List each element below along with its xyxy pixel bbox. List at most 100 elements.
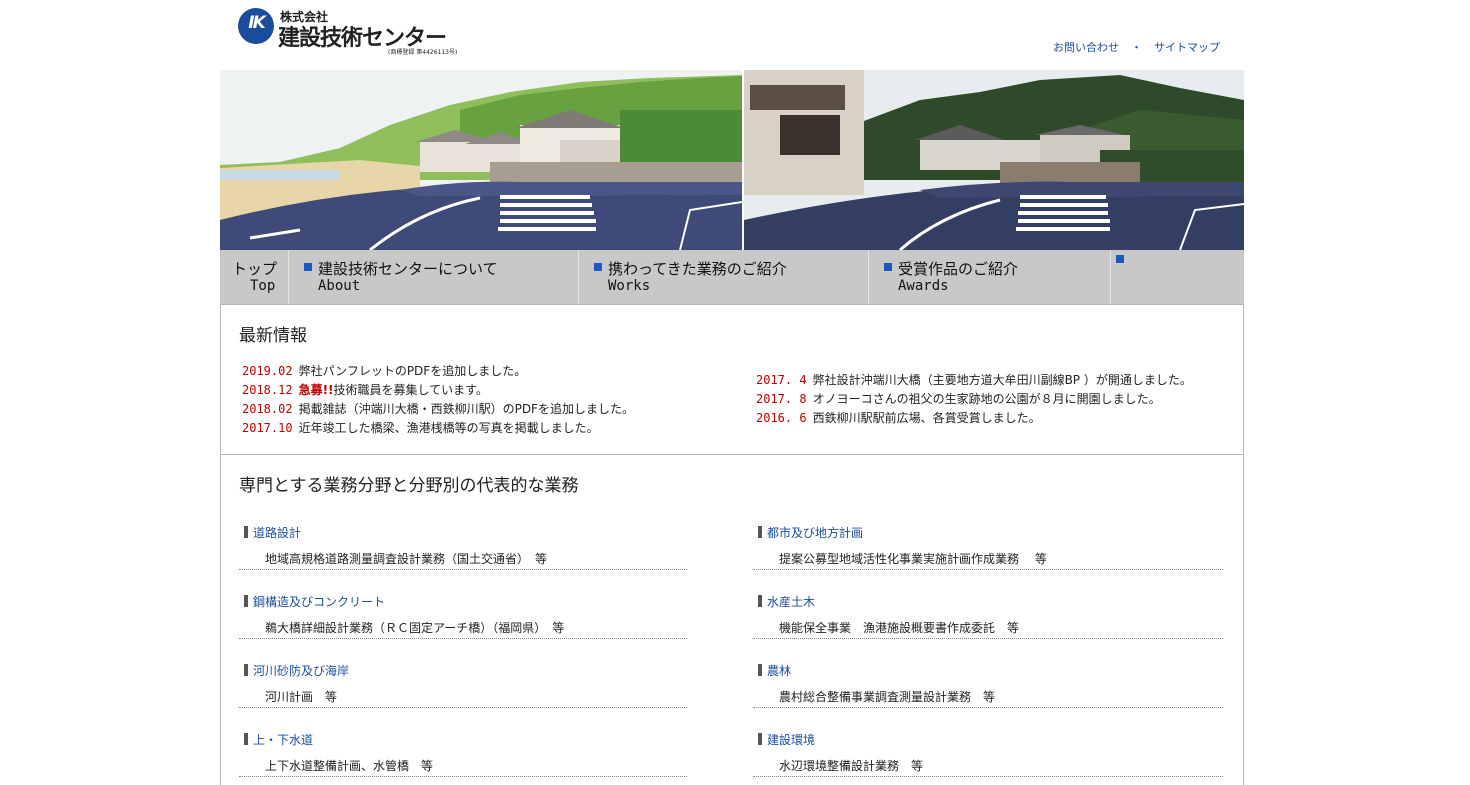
field-link[interactable]: 上・下水道 xyxy=(244,731,313,748)
nav-works-jp: 携わってきた業務のご紹介 xyxy=(608,260,787,278)
news-item: 2018.02 掲載雑誌（沖端川大橋・西鉄柳川駅）のPDFを追加しました。 xyxy=(242,400,634,419)
dotted-divider xyxy=(239,776,687,777)
dotted-divider xyxy=(753,638,1223,639)
field-name: 建設環境 xyxy=(767,733,816,747)
field-name: 河川砂防及び海岸 xyxy=(253,664,350,678)
bar-bullet-icon xyxy=(244,733,248,745)
nav-bullet-icon xyxy=(594,263,602,271)
nav-works-en: Works xyxy=(608,278,651,294)
header-links: お問い合わせ・サイトマップ xyxy=(1053,39,1220,55)
nav-awards[interactable]: 受賞作品のご紹介 Awards xyxy=(868,250,1111,304)
news-text: 技術職員を募集しています。 xyxy=(333,383,488,397)
news-item: 2016. 6 西鉄柳川駅駅前広場、各賞受賞しました。 xyxy=(756,409,1192,428)
news-text: 掲載雑誌（沖端川大橋・西鉄柳川駅）のPDFを追加しました。 xyxy=(298,402,634,416)
news-item: 2017. 4 弊社設計沖端川大橋（主要地方道大牟田川副線BP ）が開通しました。 xyxy=(756,371,1192,390)
hero-banner-image xyxy=(220,70,1244,250)
bar-bullet-icon xyxy=(758,526,762,538)
nav-bullet-icon xyxy=(304,263,312,271)
nav-about[interactable]: 建設技術センターについて About xyxy=(288,250,579,304)
page-wrapper: IK 株式会社 建設技術センター (商標登録 第4426113号) お問い合わせ… xyxy=(220,0,1244,785)
field-name: 都市及び地方計画 xyxy=(767,526,864,540)
news-date: 2017. 4 xyxy=(756,373,807,387)
nav-bullet-icon xyxy=(884,263,892,271)
dotted-divider xyxy=(753,776,1223,777)
news-text: 近年竣工した橋梁、漁港桟橋等の写真を掲載しました。 xyxy=(298,421,599,435)
dotted-divider xyxy=(239,569,687,570)
field-name: 水産土木 xyxy=(767,595,816,609)
hero-banner xyxy=(220,70,1244,250)
news-item: 2017. 8 オノヨーコさんの祖父の生家跡地の公園が８月に開園しました。 xyxy=(756,390,1192,409)
company-logo[interactable]: IK 株式会社 建設技術センター (商標登録 第4426113号) xyxy=(238,6,468,56)
field-link[interactable]: 鋼構造及びコンクリート xyxy=(244,593,385,610)
field-item: 道路設計 地域高規格道路測量調査設計業務（国土交通省） 等 xyxy=(239,524,687,572)
news-list-right: 2017. 4 弊社設計沖端川大橋（主要地方道大牟田川副線BP ）が開通しました。… xyxy=(756,371,1192,428)
field-item: 農林 農村総合整備事業調査測量設計業務 等 xyxy=(753,662,1223,710)
field-name: 道路設計 xyxy=(253,526,302,540)
news-date: 2016. 6 xyxy=(756,411,807,425)
field-work: 農村総合整備事業調査測量設計業務 等 xyxy=(779,690,996,704)
field-item: 水産土木 機能保全事業 漁港施設概要書作成委託 等 xyxy=(753,593,1223,641)
bar-bullet-icon xyxy=(244,526,248,538)
news-item: 2018.12 急募!!技術職員を募集しています。 xyxy=(242,381,634,400)
fields-panel: 専門とする業務分野と分野別の代表的な業務 道路設計 地域高規格道路測量調査設計業… xyxy=(220,454,1244,785)
main-nav: トップ Top 建設技術センターについて About 携わってきた業務のご紹介 … xyxy=(220,250,1244,304)
bar-bullet-icon xyxy=(244,595,248,607)
trademark-registration: (商標登録 第4426113号) xyxy=(388,49,458,56)
nav-awards-en: Awards xyxy=(898,278,949,294)
field-work: 提案公募型地域活性化事業実施計画作成業務 等 xyxy=(779,552,1047,566)
field-link[interactable]: 水産土木 xyxy=(758,593,815,610)
news-urgent-label: 急募!! xyxy=(298,383,334,397)
news-text: オノヨーコさんの祖父の生家跡地の公園が８月に開園しました。 xyxy=(812,392,1161,406)
field-work: 鵜大橋詳細設計業務（ＲＣ固定アーチ橋）（福岡県） 等 xyxy=(265,621,565,635)
contact-link[interactable]: お問い合わせ xyxy=(1053,41,1119,54)
field-name: 上・下水道 xyxy=(253,733,314,747)
field-name: 鋼構造及びコンクリート xyxy=(253,595,386,609)
news-item: 2019.02 弊社パンフレットのPDFを追加しました。 xyxy=(242,362,634,381)
news-date: 2019.02 xyxy=(242,364,293,378)
news-text: 弊社設計沖端川大橋（主要地方道大牟田川副線BP ）が開通しました。 xyxy=(812,373,1192,387)
field-item: 都市及び地方計画 提案公募型地域活性化事業実施計画作成業務 等 xyxy=(753,524,1223,572)
field-item: 上・下水道 上下水道整備計画、水管橋 等 xyxy=(239,731,687,779)
news-date: 2018.12 xyxy=(242,383,293,397)
nav-awards-jp: 受賞作品のご紹介 xyxy=(898,260,1019,278)
field-work: 上下水道整備計画、水管橋 等 xyxy=(265,759,434,773)
news-item: 2017.10 近年竣工した橋梁、漁港桟橋等の写真を掲載しました。 xyxy=(242,419,634,438)
news-date: 2017. 8 xyxy=(756,392,807,406)
bar-bullet-icon xyxy=(758,595,762,607)
field-item: 河川砂防及び海岸 河川計画 等 xyxy=(239,662,687,710)
dotted-divider xyxy=(753,569,1223,570)
news-panel: 最新情報 2019.02 弊社パンフレットのPDFを追加しました。 2018.12… xyxy=(220,304,1244,456)
nav-bullet-icon xyxy=(1116,255,1124,263)
nav-top[interactable]: トップ Top xyxy=(220,250,289,304)
nav-top-jp: トップ xyxy=(232,260,278,278)
field-link[interactable]: 道路設計 xyxy=(244,524,301,541)
field-name: 農林 xyxy=(767,664,792,678)
nav-about-jp: 建設技術センターについて xyxy=(318,260,498,278)
field-work: 地域高規格道路測量調査設計業務（国土交通省） 等 xyxy=(265,552,548,566)
nav-works[interactable]: 携わってきた業務のご紹介 Works xyxy=(578,250,869,304)
nav-top-en: Top xyxy=(250,278,276,294)
news-date: 2017.10 xyxy=(242,421,293,435)
nav-extra[interactable] xyxy=(1110,250,1244,304)
field-link[interactable]: 河川砂防及び海岸 xyxy=(244,662,349,679)
field-item: 鋼構造及びコンクリート 鵜大橋詳細設計業務（ＲＣ固定アーチ橋）（福岡県） 等 xyxy=(239,593,687,641)
field-link[interactable]: 農林 xyxy=(758,662,791,679)
dotted-divider xyxy=(239,638,687,639)
field-work: 機能保全事業 漁港施設概要書作成委託 等 xyxy=(779,621,1020,635)
field-link[interactable]: 都市及び地方計画 xyxy=(758,524,863,541)
logo-emblem-letters: IK xyxy=(248,13,266,33)
news-text: 西鉄柳川駅駅前広場、各賞受賞しました。 xyxy=(812,411,1041,425)
field-item: 建設環境 水辺環境整備設計業務 等 xyxy=(753,731,1223,779)
news-date: 2018.02 xyxy=(242,402,293,416)
bar-bullet-icon xyxy=(758,664,762,676)
dotted-divider xyxy=(753,707,1223,708)
dotted-divider xyxy=(239,707,687,708)
fields-title: 専門とする業務分野と分野別の代表的な業務 xyxy=(239,476,579,496)
sitemap-link[interactable]: サイトマップ xyxy=(1154,41,1220,54)
field-work: 河川計画 等 xyxy=(265,690,338,704)
bar-bullet-icon xyxy=(758,733,762,745)
field-link[interactable]: 建設環境 xyxy=(758,731,815,748)
link-separator: ・ xyxy=(1131,41,1142,54)
news-text: 弊社パンフレットのPDFを追加しました。 xyxy=(298,364,527,378)
nav-about-en: About xyxy=(318,278,361,294)
